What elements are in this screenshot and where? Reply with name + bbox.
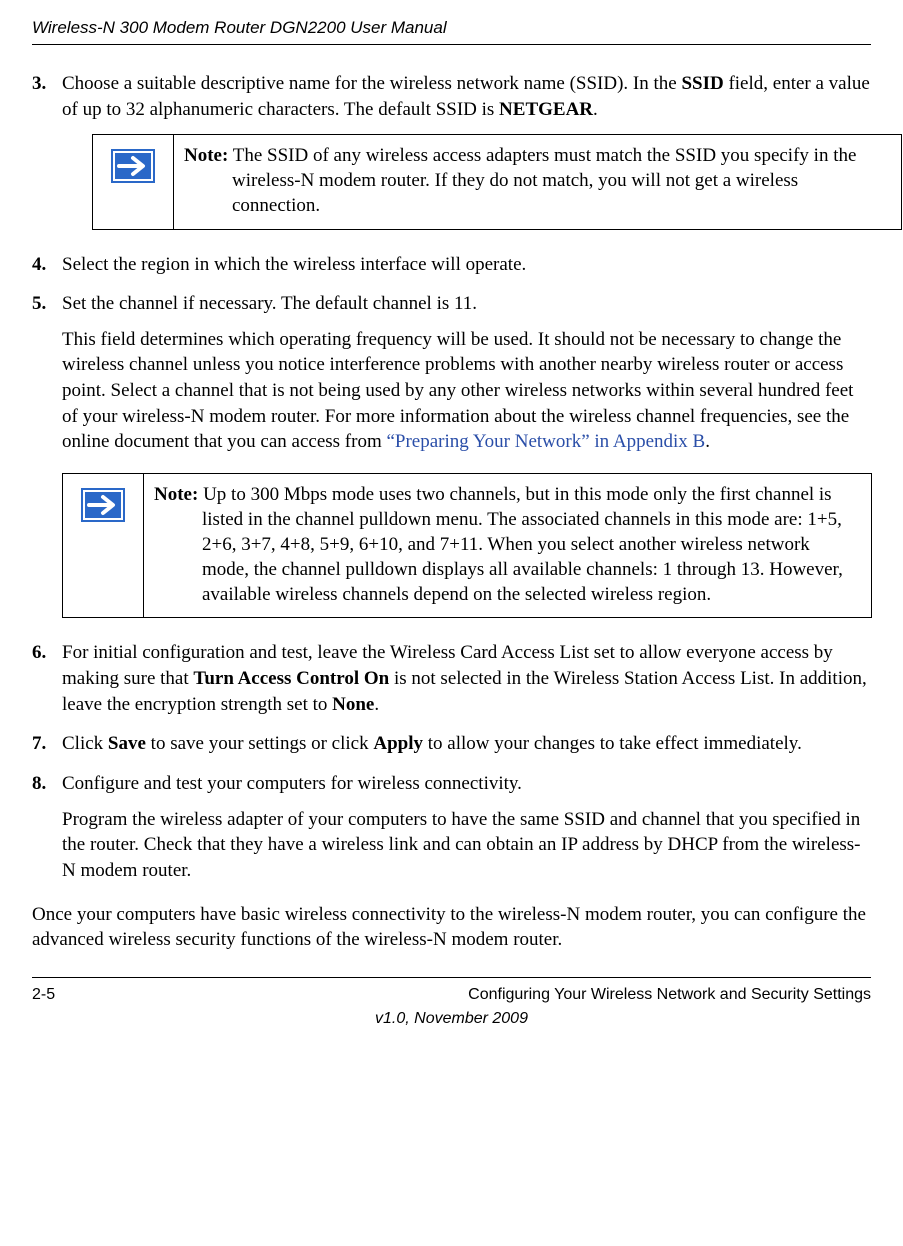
step-3: Choose a suitable descriptive name for t…: [32, 71, 871, 230]
header-rule: [32, 44, 871, 45]
step-4-text: Select the region in which the wireless …: [62, 254, 526, 275]
step-6-b2: None: [332, 694, 374, 715]
note-1-body: The SSID of any wireless access adapters…: [228, 145, 856, 216]
note-box-2: Note: Up to 300 Mbps mode uses two chann…: [62, 473, 872, 618]
step-6: For initial configuration and test, leav…: [32, 640, 871, 717]
note-1-label: Note:: [184, 145, 228, 166]
step-8-detail: Program the wireless adapter of your com…: [62, 807, 871, 884]
page-number: 2-5: [32, 986, 55, 1004]
step-4: Select the region in which the wireless …: [32, 252, 871, 278]
step-6-b1: Turn Access Control On: [193, 668, 389, 689]
step-7-c: to allow your changes to take effect imm…: [423, 733, 802, 754]
step-7-b: to save your settings or click: [146, 733, 373, 754]
closing-paragraph: Once your computers have basic wireless …: [32, 902, 871, 953]
step-5-text: Set the channel if necessary. The defaul…: [62, 293, 477, 314]
note-icon-cell-1: [93, 135, 174, 229]
appendix-b-link[interactable]: “Preparing Your Network” in Appendix B: [386, 431, 705, 452]
step-8: Configure and test your computers for wi…: [32, 771, 871, 884]
step-7-b1: Save: [108, 733, 146, 754]
step-3-text-a: Choose a suitable descriptive name for t…: [62, 73, 681, 94]
step-5: Set the channel if necessary. The defaul…: [32, 291, 871, 618]
step-3-bold-netgear: NETGEAR: [499, 99, 593, 120]
note-2-body: Up to 300 Mbps mode uses two channels, b…: [198, 484, 843, 605]
footer-section-title: Configuring Your Wireless Network and Se…: [468, 986, 871, 1004]
note-box-1: Note: The SSID of any wireless access ad…: [92, 134, 902, 229]
step-3-bold-ssid: SSID: [681, 73, 723, 94]
step-7-a: Click: [62, 733, 108, 754]
step-8-text: Configure and test your computers for wi…: [62, 773, 522, 794]
footer-version: v1.0, November 2009: [32, 1010, 871, 1028]
arrow-note-icon: [111, 149, 155, 183]
step-5-detail-b: .: [705, 431, 710, 452]
running-header: Wireless-N 300 Modem Router DGN2200 User…: [32, 18, 871, 38]
arrow-note-icon: [81, 488, 125, 522]
step-7: Click Save to save your settings or clic…: [32, 731, 871, 757]
step-6-c: .: [374, 694, 379, 715]
note-2-label: Note:: [154, 484, 198, 505]
step-7-b2: Apply: [373, 733, 423, 754]
footer-rule: [32, 977, 871, 978]
note-1-text: Note: The SSID of any wireless access ad…: [174, 135, 902, 229]
step-5-detail: This field determines which operating fr…: [62, 327, 871, 455]
note-icon-cell-2: [63, 474, 144, 618]
step-3-text-c: .: [593, 99, 598, 120]
note-2-text: Note: Up to 300 Mbps mode uses two chann…: [144, 474, 872, 618]
footer-row: 2-5 Configuring Your Wireless Network an…: [32, 986, 871, 1004]
